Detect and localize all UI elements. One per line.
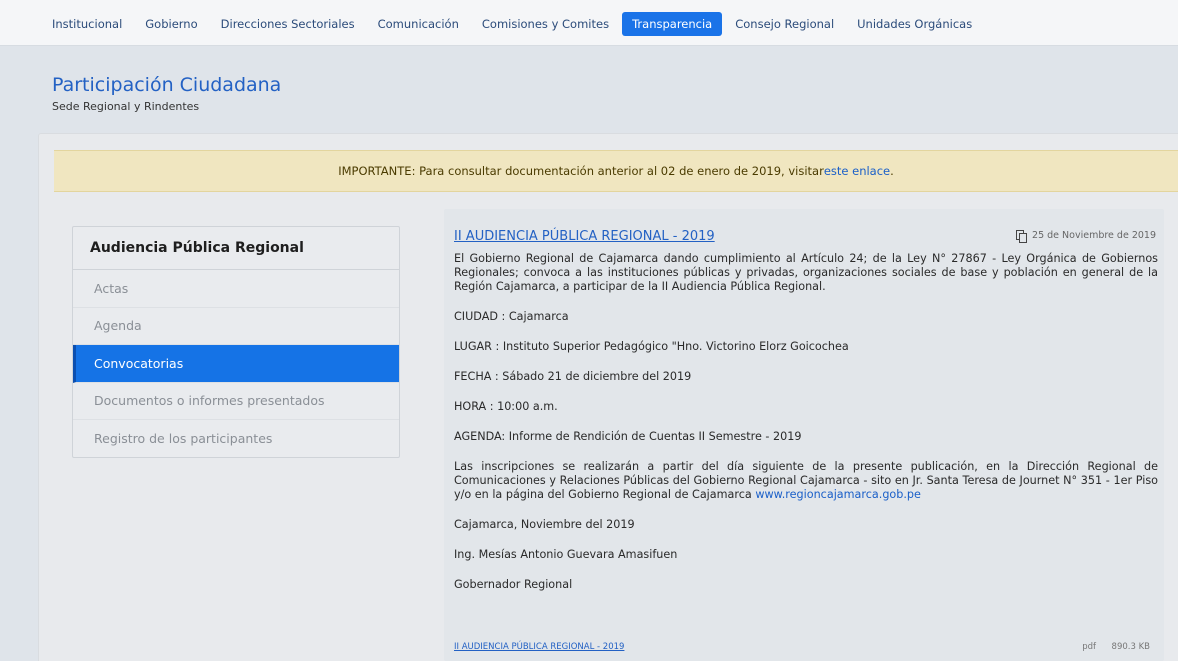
article-panel: II AUDIENCIA PÚBLICA REGIONAL - 2019 25 … bbox=[444, 209, 1164, 661]
article-intro: El Gobierno Regional de Cajamarca dando … bbox=[454, 252, 1158, 293]
attachment-row: II AUDIENCIA PÚBLICA REGIONAL - 2019 pdf… bbox=[454, 640, 1158, 654]
nav-item-gobierno[interactable]: Gobierno bbox=[135, 12, 207, 36]
article-agenda: AGENDA: Informe de Rendición de Cuentas … bbox=[454, 430, 802, 443]
sidebar-item-registro[interactable]: Registro de los participantes bbox=[73, 420, 399, 458]
article-cargo: Gobernador Regional bbox=[454, 578, 573, 591]
article-date: 25 de Noviembre de 2019 bbox=[1032, 230, 1156, 241]
nav-menu: Institucional Gobierno Direcciones Secto… bbox=[42, 12, 985, 36]
nav-item-institucional[interactable]: Institucional bbox=[42, 12, 132, 36]
attachment-size: 890.3 KB bbox=[1111, 642, 1150, 652]
article-inscripciones: Las inscripciones se realizarán a partir… bbox=[454, 460, 1158, 502]
nav-item-unidades-organicas[interactable]: Unidades Orgánicas bbox=[847, 12, 982, 36]
attachment-link[interactable]: II AUDIENCIA PÚBLICA REGIONAL - 2019 bbox=[454, 642, 624, 652]
page-header: Participación Ciudadana Sede Regional y … bbox=[52, 74, 281, 113]
article-lugar-fecha: Cajamarca, Noviembre del 2019 bbox=[454, 518, 635, 531]
notice-prefix: IMPORTANTE bbox=[338, 164, 412, 178]
article-hora: HORA : 10:00 a.m. bbox=[454, 400, 558, 413]
notice-text: : Para consultar documentación anterior … bbox=[411, 164, 824, 178]
sidebar-title: Audiencia Pública Regional bbox=[73, 227, 399, 270]
sidebar-menu: Audiencia Pública Regional Actas Agenda … bbox=[72, 226, 400, 458]
attachment-type: pdf bbox=[1082, 642, 1096, 652]
article-fecha: FECHA : Sábado 21 de diciembre del 2019 bbox=[454, 370, 692, 383]
nav-item-consejo-regional[interactable]: Consejo Regional bbox=[725, 12, 844, 36]
article-title[interactable]: II AUDIENCIA PÚBLICA REGIONAL - 2019 bbox=[454, 229, 715, 244]
sidebar-item-agenda[interactable]: Agenda bbox=[73, 308, 399, 345]
website-link[interactable]: www.regioncajamarca.gob.pe bbox=[755, 488, 921, 501]
article-body: El Gobierno Regional de Cajamarca dando … bbox=[454, 252, 1158, 608]
article-lugar: LUGAR : Instituto Superior Pedagógico "H… bbox=[454, 340, 849, 353]
notice-suffix: . bbox=[890, 164, 894, 178]
copy-icon[interactable] bbox=[1016, 230, 1028, 243]
page-title: Participación Ciudadana bbox=[52, 74, 282, 96]
sidebar-item-actas[interactable]: Actas bbox=[73, 270, 399, 308]
article-ciudad: CIUDAD : Cajamarca bbox=[454, 310, 569, 323]
sidebar-item-convocatorias[interactable]: Convocatorias bbox=[73, 345, 399, 383]
nav-item-transparencia[interactable]: Transparencia bbox=[622, 12, 723, 36]
sidebar-item-documentos[interactable]: Documentos o informes presentados bbox=[73, 383, 399, 420]
notice-link[interactable]: este enlace bbox=[824, 164, 890, 178]
nav-item-comunicacion[interactable]: Comunicación bbox=[368, 12, 469, 36]
article-meta: 25 de Noviembre de 2019 bbox=[1016, 230, 1156, 243]
nav-item-comisiones-y-comites[interactable]: Comisiones y Comites bbox=[472, 12, 619, 36]
notice-banner: IMPORTANTE : Para consultar documentació… bbox=[54, 150, 1178, 192]
article-firmante: Ing. Mesías Antonio Guevara Amasifuen bbox=[454, 548, 678, 561]
page-subtitle: Sede Regional y Rindentes bbox=[52, 100, 200, 113]
top-navigation: Institucional Gobierno Direcciones Secto… bbox=[0, 0, 1178, 46]
nav-item-direcciones-sectoriales[interactable]: Direcciones Sectoriales bbox=[211, 12, 365, 36]
